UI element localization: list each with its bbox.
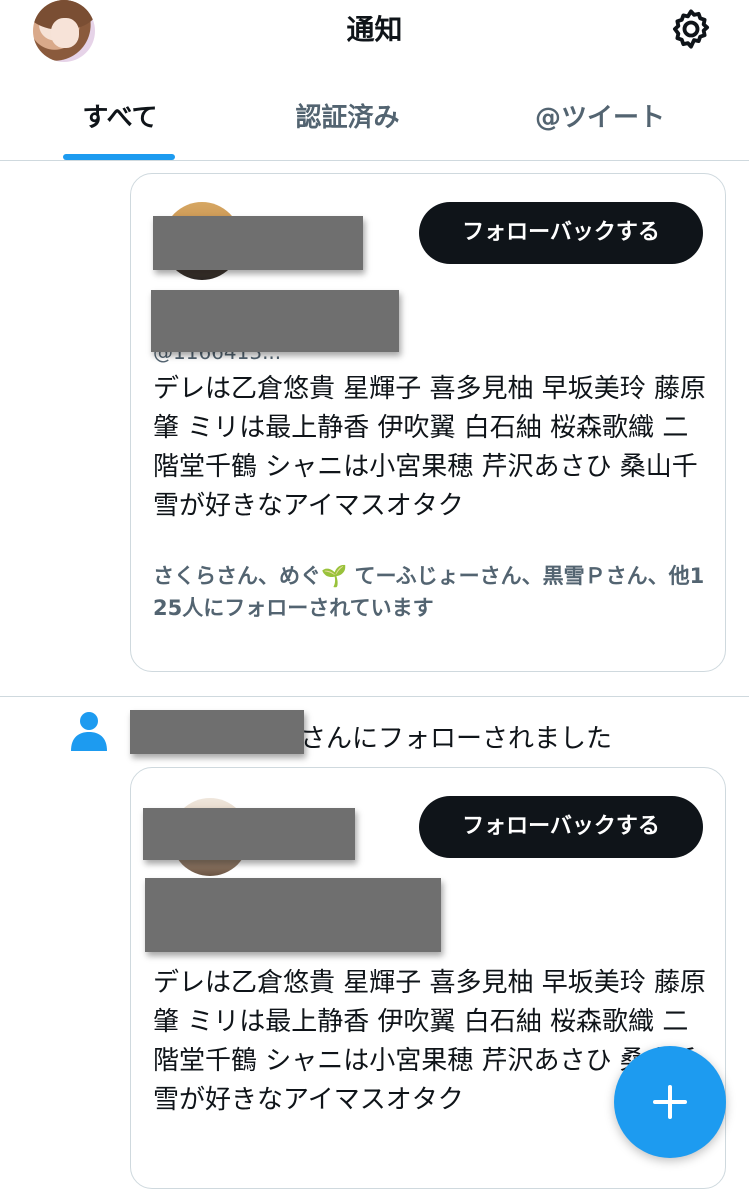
- followed-by-text: さくらさん、めぐ🌱 てーふじょーさん、黒雪Ｐさん、他125人にフォローされていま…: [153, 564, 705, 620]
- redacted-follower-name: [130, 710, 304, 754]
- notification-text: さんにフォローされました: [300, 724, 613, 754]
- compose-button[interactable]: [614, 1046, 726, 1158]
- follower-card[interactable]: フォローバックする @1166413... デレは乙倉悠貴 星輝子 喜多見柚 早…: [130, 173, 726, 672]
- redacted-handle: [151, 290, 399, 352]
- gear-icon[interactable]: [668, 6, 714, 52]
- redacted-handle: [145, 878, 441, 952]
- follow-back-button[interactable]: フォローバックする: [419, 202, 703, 264]
- redacted-name: [153, 216, 363, 270]
- tab-all[interactable]: すべて: [40, 88, 200, 148]
- header: 通知 すべて 認証済み @ツイート: [0, 0, 749, 160]
- header-divider: [0, 160, 749, 161]
- tab-verified[interactable]: 認証済み: [265, 88, 430, 148]
- follower-bio: デレは乙倉悠貴 星輝子 喜多見柚 早坂美玲 藤原肇 ミリは最上静香 伊吹翼 白石…: [153, 374, 707, 521]
- tab-mentions[interactable]: @ツイート: [505, 88, 695, 148]
- page-title: 通知: [346, 13, 403, 46]
- notification-divider: [0, 696, 749, 697]
- redacted-name: [143, 808, 355, 860]
- follow-back-button[interactable]: フォローバックする: [419, 796, 703, 858]
- tab-bar: すべて 認証済み @ツイート: [0, 88, 749, 160]
- person-icon: [70, 711, 108, 753]
